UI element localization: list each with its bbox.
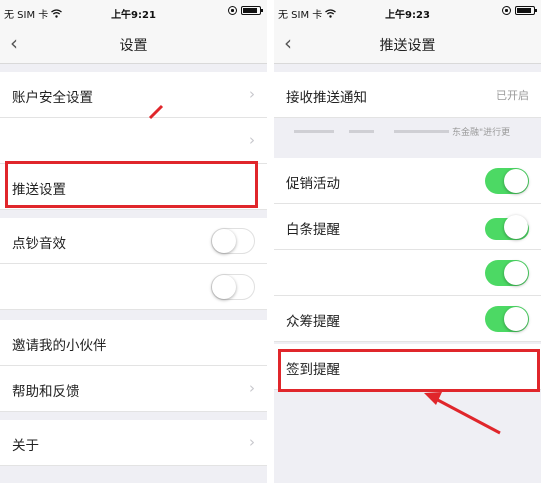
push-settings-screen: 无 SIM 卡 上午9:23 ‹ 推送设置 接收推送通知 已开启 东金融"进行更… <box>274 0 541 483</box>
pointer-arrow-icon <box>148 104 164 120</box>
settings-screen: 无 SIM 卡 上午9:21 ‹ 设置 账户安全设置 › › 推送设置 点钞音效 <box>0 0 267 483</box>
pointer-arrow-icon <box>424 392 501 435</box>
